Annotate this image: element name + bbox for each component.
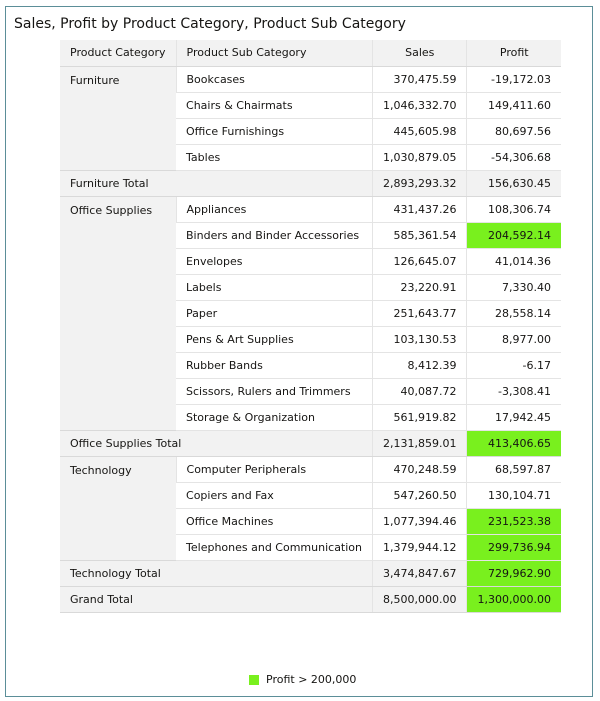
sales-cell[interactable]: 1,077,394.46 [371, 508, 467, 535]
total-profit-cell[interactable]: 156,630.45 [466, 170, 561, 197]
sales-cell[interactable]: 1,046,332.70 [371, 92, 467, 119]
category-cell[interactable]: Furniture [60, 66, 177, 171]
visualization-title: Sales, Profit by Product Category, Produ… [14, 16, 406, 32]
sales-cell[interactable]: 1,379,944.12 [371, 534, 467, 561]
sales-cell[interactable]: 126,645.07 [371, 248, 467, 275]
sub-category-cell[interactable]: Chairs & Chairmats [176, 92, 373, 119]
profit-cell[interactable]: 80,697.56 [466, 118, 561, 145]
sales-cell[interactable]: 251,643.77 [371, 300, 467, 327]
column-header-sales[interactable]: Sales [371, 40, 467, 67]
sales-cell[interactable]: 103,130.53 [371, 326, 467, 353]
sales-cell[interactable]: 40,087.72 [371, 378, 467, 405]
sales-cell[interactable]: 445,605.98 [371, 118, 467, 145]
category-cell[interactable]: Technology [60, 456, 177, 561]
grand-total-sales-cell[interactable]: 8,500,000.00 [371, 586, 467, 613]
sub-category-cell[interactable]: Storage & Organization [176, 404, 373, 431]
sub-category-cell[interactable]: Appliances [175, 196, 373, 223]
profit-cell[interactable]: 41,014.36 [466, 248, 561, 275]
profit-cell[interactable]: 204,592.14 [466, 222, 561, 249]
grand-total-row: Grand Total 8,500,000.00 1,300,000.00 [60, 586, 561, 613]
total-sales-cell[interactable]: 2,893,293.32 [371, 170, 467, 197]
category-total-label[interactable]: Technology Total [60, 560, 373, 587]
sales-cell[interactable]: 23,220.91 [371, 274, 467, 301]
header-row: Product Category Product Sub Category Sa… [60, 40, 561, 67]
total-profit-cell[interactable]: 729,962.90 [466, 560, 561, 587]
profit-cell[interactable]: 231,523.38 [466, 508, 561, 535]
sub-category-cell[interactable]: Rubber Bands [176, 352, 373, 379]
sales-cell[interactable]: 547,260.50 [371, 482, 467, 509]
sub-category-cell[interactable]: Tables [176, 144, 373, 171]
profit-cell[interactable]: 68,597.87 [466, 456, 561, 483]
sales-cell[interactable]: 1,030,879.05 [371, 144, 467, 171]
category-total-row: Office Supplies Total 2,131,859.01 413,406… [60, 430, 561, 457]
table-row: Technology Computer Peripherals 470,248.59… [60, 456, 561, 561]
legend: Profit > 200,000 [249, 673, 356, 686]
legend-swatch [249, 674, 259, 685]
category-total-label[interactable]: Furniture Total [60, 170, 373, 197]
sub-category-cell[interactable]: Envelopes [176, 248, 373, 275]
sub-category-cell[interactable]: Computer Peripherals [175, 456, 373, 483]
sales-cell[interactable]: 470,248.59 [371, 456, 467, 483]
category-cell[interactable]: Office Supplies [60, 196, 177, 431]
sales-cell[interactable]: 585,361.54 [371, 222, 467, 249]
pivot-table: Product Category Product Sub Category Sa… [60, 40, 561, 613]
category-total-row: Furniture Total 2,893,293.32 156,630.45 [60, 170, 561, 197]
sub-category-cell[interactable]: Office Furnishings [176, 118, 373, 145]
profit-cell[interactable]: -19,172.03 [466, 66, 561, 93]
sales-cell[interactable]: 561,919.82 [371, 404, 467, 431]
sales-cell[interactable]: 431,437.26 [371, 196, 467, 223]
profit-cell[interactable]: 299,736.94 [466, 534, 561, 561]
sales-cell[interactable]: 370,475.59 [371, 66, 467, 93]
table-row: Office Supplies Appliances 431,437.26 108,3… [60, 196, 561, 431]
column-header-profit[interactable]: Profit [466, 40, 561, 67]
grand-total-label[interactable]: Grand Total [60, 586, 373, 613]
profit-cell[interactable]: 28,558.14 [466, 300, 561, 327]
category-total-row: Technology Total 3,474,847.67 729,962.90 [60, 560, 561, 587]
total-sales-cell[interactable]: 3,474,847.67 [371, 560, 467, 587]
profit-cell[interactable]: 130,104.71 [466, 482, 561, 509]
total-sales-cell[interactable]: 2,131,859.01 [371, 430, 467, 457]
column-header-product-category[interactable]: Product Category [60, 40, 177, 67]
profit-cell[interactable]: 149,411.60 [466, 92, 561, 119]
table-row: Furniture Bookcases 370,475.59 -19,172.03 [60, 66, 561, 171]
sub-category-cell[interactable]: Bookcases [175, 66, 373, 93]
sub-category-cell[interactable]: Pens & Art Supplies [176, 326, 373, 353]
profit-cell[interactable]: -3,308.41 [466, 378, 561, 405]
column-header-product-sub-category[interactable]: Product Sub Category [175, 40, 373, 67]
profit-cell[interactable]: 108,306.74 [466, 196, 561, 223]
profit-cell[interactable]: 8,977.00 [466, 326, 561, 353]
sub-category-cell[interactable]: Telephones and Communication [176, 534, 373, 561]
sub-category-cell[interactable]: Scissors, Rulers and Trimmers [176, 378, 373, 405]
profit-cell[interactable]: 7,330.40 [466, 274, 561, 301]
profit-cell[interactable]: -6.17 [466, 352, 561, 379]
category-total-label[interactable]: Office Supplies Total [60, 430, 373, 457]
legend-label: Profit > 200,000 [266, 673, 357, 686]
total-profit-cell[interactable]: 413,406.65 [466, 430, 561, 457]
sub-category-cell[interactable]: Labels [176, 274, 373, 301]
sub-category-cell[interactable]: Copiers and Fax [176, 482, 373, 509]
profit-cell[interactable]: 17,942.45 [466, 404, 561, 431]
sub-category-cell[interactable]: Paper [176, 300, 373, 327]
sub-category-cell[interactable]: Binders and Binder Accessories [176, 222, 373, 249]
profit-cell[interactable]: -54,306.68 [466, 144, 561, 171]
pivot-body: Furniture Bookcases 370,475.59 -19,172.03 Ch… [60, 66, 561, 613]
sales-cell[interactable]: 8,412.39 [371, 352, 467, 379]
sub-category-cell[interactable]: Office Machines [176, 508, 373, 535]
grand-total-profit-cell[interactable]: 1,300,000.00 [466, 586, 561, 613]
